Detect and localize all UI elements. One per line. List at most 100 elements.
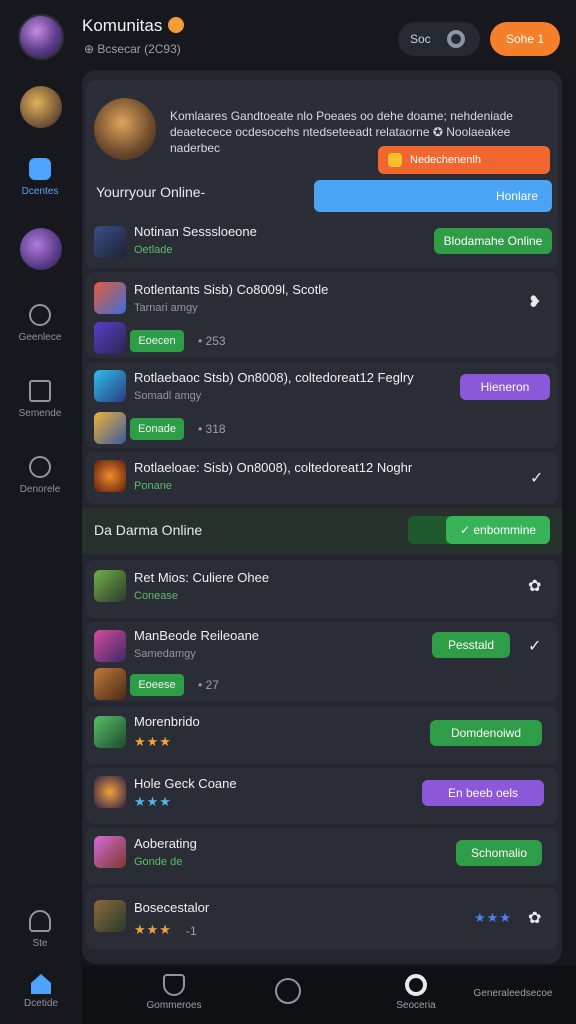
row-subtitle: Gonde de	[134, 856, 183, 868]
bottom-nav-item[interactable]: Seoceria	[376, 974, 456, 1011]
bottom-nav-label: Gommeroes	[146, 1000, 202, 1011]
bottom-nav-item[interactable]	[272, 978, 304, 1008]
flower-icon[interactable]: ✿	[528, 576, 541, 596]
chat-icon	[29, 304, 51, 326]
hero-online-label: Yourryour Online-	[96, 184, 206, 200]
game-thumb	[94, 668, 126, 700]
hero-cta-button[interactable]: Honlare	[314, 180, 552, 212]
sidebar-item-semende[interactable]: Semende	[0, 380, 80, 419]
sidebar-item-dcentes[interactable]: Dcentes	[0, 158, 80, 197]
heart-icon[interactable]: ❥	[528, 292, 541, 312]
users-icon	[29, 910, 51, 932]
circle-icon	[405, 974, 427, 996]
social-pill-button[interactable]: Soc	[398, 22, 480, 56]
sidebar-item-denorele[interactable]: Denorele	[0, 456, 80, 495]
bottom-nav-label: Generaleedsecoe	[473, 988, 553, 999]
app-root: Komunitas ⊕ Bcsecar (2C93) Soc Sohe 1 Dc…	[0, 0, 576, 1024]
list-item[interactable]: Hole Geck Coane ★★★ En beeb oels	[86, 768, 558, 824]
toggle-label: ✓ enbommine	[446, 516, 550, 544]
game-thumb	[94, 370, 126, 402]
page-title-text: Komunitas	[82, 16, 163, 35]
row-action-button[interactable]: Hieneron	[460, 374, 550, 400]
row-title: ManBeode Reileoane	[134, 628, 260, 643]
header-action-button[interactable]: Sohe 1	[490, 22, 560, 56]
row-title: Rotlaeloae: Sisb) On8008), coltedoreat12…	[134, 460, 413, 475]
row-title: Rotlaebaoc Stsb) On8008), coltedoreat12 …	[134, 370, 414, 385]
game-thumb	[94, 836, 126, 868]
bottom-nav: Gommeroes Seoceria Generaleedsecoe	[82, 966, 576, 1024]
game-thumb	[94, 900, 126, 932]
section-toggle[interactable]: ✓ enbommine	[408, 516, 550, 544]
row-title: Notinan Sesssloeone	[134, 224, 257, 239]
tag-icon	[388, 153, 402, 167]
game-thumb	[94, 282, 126, 314]
sidebar-item-ste[interactable]: Ste	[0, 910, 80, 949]
status-badge: Eonade	[130, 418, 184, 440]
game-thumb	[94, 630, 126, 662]
list-item[interactable]: Morenbrido ★★★ Domdenoiwd	[86, 706, 558, 764]
row-subtitle: Ponane	[134, 480, 172, 492]
game-thumb	[94, 412, 126, 444]
list-item[interactable]: ManBeode Reileoane Samedamgy Eoeese • 27…	[86, 622, 558, 702]
page-subtitle: ⊕ Bcsecar (2C93)	[84, 42, 181, 56]
section-header: Da Darma Online ✓ enbommine	[82, 508, 562, 554]
row-title: Aoberating	[134, 836, 197, 851]
game-thumb	[94, 460, 126, 492]
row-subtitle: Samedamgy	[134, 648, 196, 660]
row-count: • 253	[198, 334, 226, 348]
rating-stars: ★★★	[134, 794, 172, 809]
bottom-nav-item[interactable]: Generaleedsecoe	[454, 988, 572, 999]
sidebar-item-geenlece[interactable]: Geenlece	[0, 304, 80, 343]
row-action-button[interactable]: Pesstald	[432, 632, 510, 658]
hero-tag-label: Nedechenenlh	[410, 154, 481, 166]
row-title: Ret Mios: Culiere Ohee	[134, 570, 270, 585]
status-badge: Eoeese	[130, 674, 184, 696]
sidebar-avatar-1[interactable]	[20, 86, 62, 128]
section-title: Da Darma Online	[94, 522, 203, 538]
list-item[interactable]: Rotlaeloae: Sisb) On8008), coltedoreat12…	[86, 452, 558, 504]
search-icon	[29, 456, 51, 478]
hero-tag-button[interactable]: Nedechenenlh	[378, 146, 550, 174]
row-subtitle: Somadl amgy	[134, 390, 202, 402]
list-item[interactable]: Ret Mios: Culiere Ohee Conease ✿	[86, 560, 558, 618]
sidebar-item-label: Denorele	[19, 484, 61, 495]
check-icon[interactable]: ✓	[528, 636, 541, 656]
row-action-button[interactable]: Domdenoiwd	[430, 720, 542, 746]
sidebar-item-label: Dcentes	[21, 186, 59, 197]
row-count: -1	[186, 924, 197, 938]
row-action-button[interactable]: En beeb oels	[422, 780, 544, 806]
game-thumb	[94, 716, 126, 748]
rating-stars: ★★★	[134, 734, 172, 749]
game-thumb	[94, 226, 126, 258]
row-action-button[interactable]: Schomalio	[456, 840, 542, 866]
row-subtitle: Oetlade	[134, 244, 173, 256]
row-action-button[interactable]: Blodamahe Online	[434, 228, 552, 254]
row-title: Morenbrido	[134, 714, 200, 729]
check-icon[interactable]: ✓	[530, 468, 543, 488]
camera-icon	[29, 158, 51, 180]
sidebar-item-label: Semende	[18, 408, 62, 419]
home-tab-label: Dcetide	[24, 998, 58, 1009]
game-thumb	[94, 322, 126, 354]
sliders-icon	[29, 380, 51, 402]
sidebar-home-tab[interactable]: Dcetide	[0, 966, 82, 1024]
list-item[interactable]: Rotlaebaoc Stsb) On8008), coltedoreat12 …	[86, 362, 558, 448]
list-item[interactable]: Notinan Sesssloeone Oetlade Blodamahe On…	[86, 216, 558, 268]
rating-stars-secondary: ★★★	[474, 910, 512, 925]
bottom-nav-label: Seoceria	[396, 1000, 436, 1011]
flower-icon[interactable]: ✿	[528, 908, 541, 928]
row-title: Rotlentants Sisb) Co8009l, Scotle	[134, 282, 329, 297]
rating-stars: ★★★	[134, 922, 172, 937]
sidebar-item-label: Geenlece	[18, 332, 62, 343]
row-subtitle: Tarnari amgy	[134, 302, 198, 314]
community-feed: Komlaares Gandtoeate nlo Poeaes oo dehe …	[82, 70, 562, 964]
sidebar-avatar-2[interactable]	[20, 228, 62, 270]
list-item[interactable]: Bosecestalor ★★★ -1 ★★★ ✿	[86, 888, 558, 950]
list-item[interactable]: Aoberating Gonde de Schomalio	[86, 828, 558, 884]
bottom-nav-item[interactable]: Gommeroes	[134, 974, 214, 1011]
list-item[interactable]: Rotlentants Sisb) Co8009l, Scotle Tarnar…	[86, 272, 558, 358]
left-sidebar: Dcentes Geenlece Semende Denorele Ste	[0, 76, 80, 966]
profile-avatar[interactable]	[18, 14, 64, 60]
hero-avatar	[94, 98, 156, 160]
row-count: • 318	[198, 422, 226, 436]
